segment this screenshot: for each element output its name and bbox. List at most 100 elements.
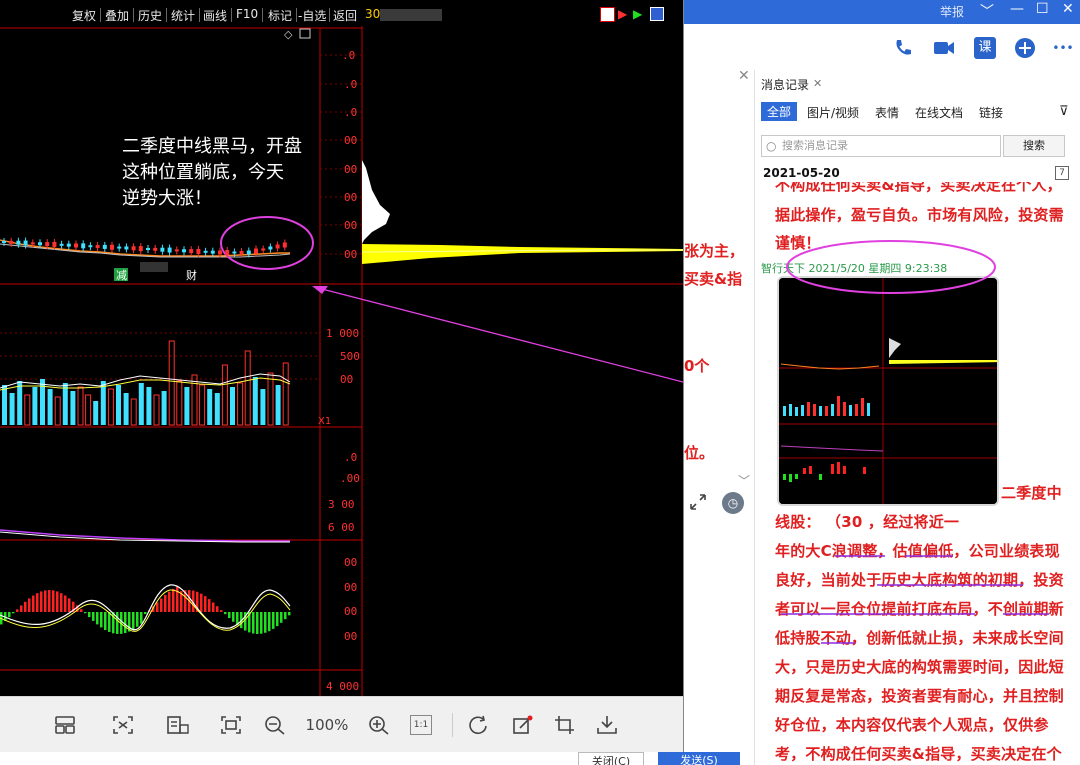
arrow-icon[interactable]: ▶: [633, 7, 642, 21]
close-icon[interactable]: ✕: [1062, 1, 1074, 17]
add-icon[interactable]: [1014, 37, 1036, 59]
macd-bar: [100, 612, 103, 628]
volume-bar: [116, 385, 121, 425]
notes-icon[interactable]: [600, 7, 615, 22]
video-icon[interactable]: [932, 37, 954, 59]
zoom-out-icon[interactable]: [264, 715, 286, 735]
volume-bar: [199, 384, 206, 426]
message-history-panel: 消息记录 ✕ 全部 图片/视频 表情 在线文档 链接 ⊽ ○ 搜索消息记录 搜索…: [754, 70, 1080, 765]
ind-tick: .0: [344, 451, 357, 464]
volume-bar: [184, 387, 190, 425]
macd-bar: [60, 593, 63, 612]
volume-bar: [123, 393, 129, 425]
close-button[interactable]: 关闭(C): [578, 752, 644, 765]
macd-bar: [68, 598, 71, 612]
macd-bar: [16, 609, 19, 612]
volume-bar: [168, 340, 175, 426]
chat-toolbar: 课 •••: [684, 24, 1080, 70]
menu-back[interactable]: 返回: [333, 7, 357, 24]
macd-bar: [32, 595, 35, 612]
grid-icon[interactable]: [650, 7, 664, 21]
volume-bar: [282, 362, 289, 426]
volume-bar: [138, 383, 144, 425]
minimize-icon[interactable]: —: [1010, 1, 1024, 17]
macd-bar: [80, 609, 83, 612]
macd-bar: [88, 612, 91, 618]
volume-bar: [54, 396, 61, 426]
macd-bar: [172, 588, 175, 612]
volume-bar: [244, 350, 251, 426]
macd-bar: [92, 612, 95, 621]
course-icon[interactable]: 课: [974, 37, 996, 59]
more-icon[interactable]: •••: [1052, 37, 1074, 59]
chevron-down-icon[interactable]: ﹀: [738, 472, 750, 489]
chat-fragment: 0个: [684, 357, 710, 375]
volume-bar: [2, 385, 7, 425]
volume-bar: [176, 380, 183, 426]
zoom-in-icon[interactable]: [368, 715, 390, 735]
macd-bar: [168, 591, 171, 612]
zoom-level[interactable]: 100%: [304, 715, 350, 735]
report-link[interactable]: 举报: [940, 3, 964, 20]
dropdown-icon[interactable]: ﹀: [980, 1, 994, 21]
price-tick: 00: [344, 163, 357, 176]
collapse-icon[interactable]: ✕: [738, 68, 750, 84]
price-tick: 00: [344, 219, 357, 232]
annotate-icon[interactable]: [512, 715, 534, 735]
crop-frame-icon[interactable]: [220, 715, 242, 735]
volume-bar: [130, 398, 137, 426]
volume-bar: [24, 394, 31, 426]
macd-bar: [124, 612, 127, 634]
annotation-line: 逆势大涨！: [122, 188, 212, 209]
download-icon[interactable]: [596, 715, 618, 735]
expand-icon[interactable]: [688, 492, 708, 512]
send-button[interactable]: 发送(S): [658, 752, 740, 765]
volume-bar: [214, 393, 220, 425]
volume-bar: [100, 381, 106, 425]
macd-bar: [228, 612, 231, 619]
macd-bar: [104, 612, 107, 630]
flag-icon[interactable]: ▶: [618, 7, 627, 21]
macd-bar: [252, 612, 255, 634]
price-tick: 00: [344, 248, 357, 261]
ind-tick: 00: [344, 581, 357, 594]
macd-bar: [204, 596, 207, 612]
volume-bar: [267, 372, 274, 426]
volume-bar: [70, 391, 76, 425]
fit-icon[interactable]: [112, 715, 134, 735]
volume-bar: [260, 389, 266, 425]
volume-bar: [107, 388, 114, 426]
chat-titlebar: 举报 ﹀ — ☐ ✕: [684, 0, 1080, 24]
macd-bar: [44, 590, 47, 612]
macd-bar: [212, 602, 215, 612]
menu-divider: [329, 8, 330, 22]
actual-size-icon[interactable]: 1:1: [410, 715, 432, 735]
candlesticks: [2, 237, 287, 258]
macd-bar: [140, 612, 143, 624]
clock-icon[interactable]: ◷: [722, 492, 744, 514]
price-tick: 00: [344, 191, 357, 204]
macd-bar: [284, 612, 287, 620]
volume-bar: [191, 374, 198, 426]
maximize-icon[interactable]: ☐: [1036, 1, 1049, 17]
layout-icon[interactable]: [54, 715, 76, 735]
macd-bar: [144, 612, 147, 615]
price-tick: .0: [344, 78, 357, 91]
vol-tag: X1: [318, 416, 331, 427]
crop-icon[interactable]: [554, 715, 576, 735]
macd-bar: [52, 590, 55, 612]
macd-bar: [8, 612, 11, 618]
macd-bar: [272, 612, 275, 629]
price-tick: 00: [344, 134, 357, 147]
macd-bar: [280, 612, 283, 623]
macd-bar: [108, 612, 111, 632]
code-mask: [380, 9, 442, 21]
rotate-icon[interactable]: [468, 715, 490, 735]
macd-bar: [64, 595, 67, 612]
macd-bar: [160, 598, 163, 612]
volume-bar: [252, 377, 258, 425]
ocr-icon[interactable]: [166, 715, 190, 735]
phone-icon[interactable]: [892, 37, 914, 59]
volume-bar: [17, 381, 23, 425]
macd-bar: [216, 606, 219, 612]
